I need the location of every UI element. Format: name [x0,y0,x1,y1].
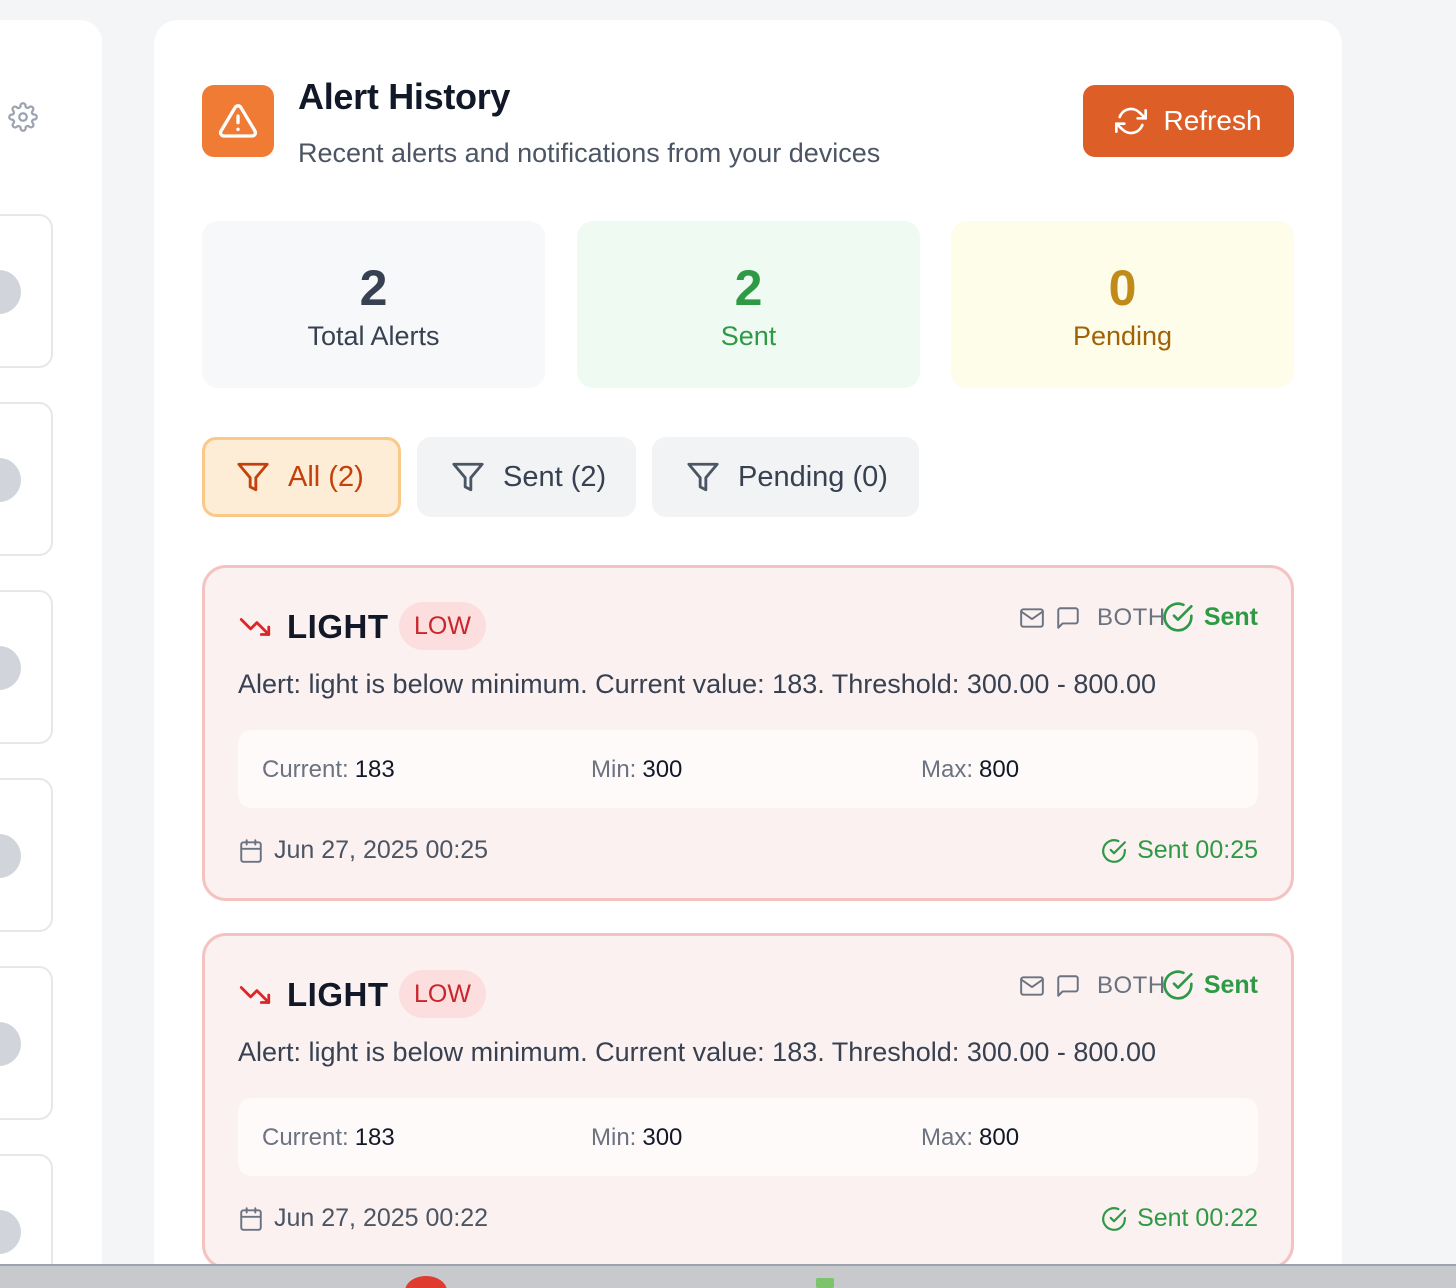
alert-sent-time-text: Sent 00:25 [1137,836,1258,864]
mail-icon [1020,608,1044,628]
alert-sent-time: Sent 00:25 [1101,836,1258,865]
alert-channel-label: BOTH [1097,604,1166,631]
filter-sent-label: Sent (2) [503,460,607,493]
alert-current: Current: 183 [262,756,395,784]
alert-channel-label: BOTH [1097,972,1166,999]
message-icon [1057,975,1079,997]
min-label: Min: [591,1124,637,1151]
message-icon [1057,607,1079,629]
stat-pending-label: Pending [1072,321,1173,351]
sidebar-device-card[interactable] [0,214,53,368]
trending-down-icon [239,986,271,1004]
stat-total-label: Total Alerts [307,321,440,351]
min-value: 300 [642,1124,683,1151]
alert-sent-time: Sent 00:22 [1101,1204,1258,1233]
refresh-button[interactable]: Refresh [1083,85,1294,157]
sidebar-device-card[interactable] [0,778,53,932]
stat-total-value: 2 [359,260,388,316]
current-label: Current: [262,1124,349,1151]
alert-history-panel: Alert History Recent alerts and notifica… [154,20,1342,1288]
min-value: 300 [642,756,683,783]
alert-sent-time-text: Sent 00:22 [1137,1204,1258,1232]
stat-pending-value: 0 [1108,260,1137,316]
page-title: Alert History [298,76,511,117]
current-value: 183 [354,756,395,783]
check-circle-icon [1102,838,1126,863]
alert-level-badge: LOW [399,970,486,1018]
check-circle-icon [1163,602,1193,632]
sidebar-device-card[interactable] [0,402,53,556]
alert-channels: BOTH [1019,972,1166,1000]
max-label: Max: [921,1124,974,1151]
toggle-knob[interactable] [0,646,21,690]
alert-date: Jun 27, 2025 00:22 [238,1204,488,1233]
filter-icon [452,462,484,492]
check-circle-icon [1102,1206,1126,1231]
alert-values: Current: 183 Min: 300 Max: 800 [238,1098,1258,1176]
alert-max: Max: 800 [921,756,1019,784]
mail-icon [1020,976,1044,996]
alert-status-label: Sent [1203,602,1258,631]
alert-card[interactable]: LIGHT LOW BOTH Sent Alert: light is belo… [202,565,1294,901]
alert-channels: BOTH [1019,604,1166,632]
alert-date-text: Jun 27, 2025 00:22 [274,1204,489,1232]
calendar-icon [240,838,262,863]
warning-triangle-icon [202,85,274,157]
filter-pending-button[interactable]: Pending (0) [652,437,919,517]
alert-message: Alert: light is below minimum. Current v… [238,669,1156,699]
check-circle-icon [1163,970,1193,1000]
alert-level-badge: LOW [399,602,486,650]
alert-sensor-name: LIGHT [287,608,389,645]
alert-current: Current: 183 [262,1124,395,1152]
alert-status: Sent [1162,969,1258,1001]
filter-all-button[interactable]: All (2) [202,437,401,517]
filter-sent-button[interactable]: Sent (2) [417,437,636,517]
alert-date-text: Jun 27, 2025 00:25 [274,836,489,864]
filter-all-label: All (2) [288,460,364,493]
dock-app-icon[interactable] [816,1278,834,1288]
toggle-knob[interactable] [0,1022,21,1066]
toggle-knob[interactable] [0,1210,21,1254]
alert-date: Jun 27, 2025 00:25 [238,836,488,865]
min-label: Min: [591,756,637,783]
alert-status-label: Sent [1203,970,1258,999]
sidebar-device-card[interactable] [0,966,53,1120]
max-value: 800 [979,1124,1020,1151]
toggle-knob[interactable] [0,270,21,314]
dock-bar [0,1264,1456,1288]
current-label: Current: [262,756,349,783]
filter-icon [237,462,269,492]
filter-pending-label: Pending (0) [738,460,888,493]
sidebar-device-card[interactable] [0,590,53,744]
alert-message: Alert: light is below minimum. Current v… [238,1037,1156,1067]
max-value: 800 [979,756,1020,783]
alert-max: Max: 800 [921,1124,1019,1152]
toggle-knob[interactable] [0,834,21,878]
stat-sent: 2 Sent [577,221,920,388]
stat-sent-value: 2 [734,260,763,316]
alert-card[interactable]: LIGHT LOW BOTH Sent Alert: light is belo… [202,933,1294,1269]
refresh-icon [1115,107,1148,135]
refresh-label: Refresh [1163,105,1262,136]
stat-total-alerts: 2 Total Alerts [202,221,545,388]
page-subtitle: Recent alerts and notifications from you… [298,138,881,168]
alert-values: Current: 183 Min: 300 Max: 800 [238,730,1258,808]
alert-min: Min: 300 [591,1124,682,1152]
calendar-icon [240,1206,262,1231]
stat-sent-label: Sent [720,321,777,351]
stat-pending: 0 Pending [951,221,1294,388]
filter-icon [687,462,719,492]
alert-status: Sent [1162,601,1258,633]
gear-icon[interactable] [8,102,38,132]
alert-sensor-name: LIGHT [287,976,389,1013]
alert-min: Min: 300 [591,756,682,784]
max-label: Max: [921,756,974,783]
toggle-knob[interactable] [0,458,21,502]
trending-down-icon [239,618,271,636]
current-value: 183 [354,1124,395,1151]
